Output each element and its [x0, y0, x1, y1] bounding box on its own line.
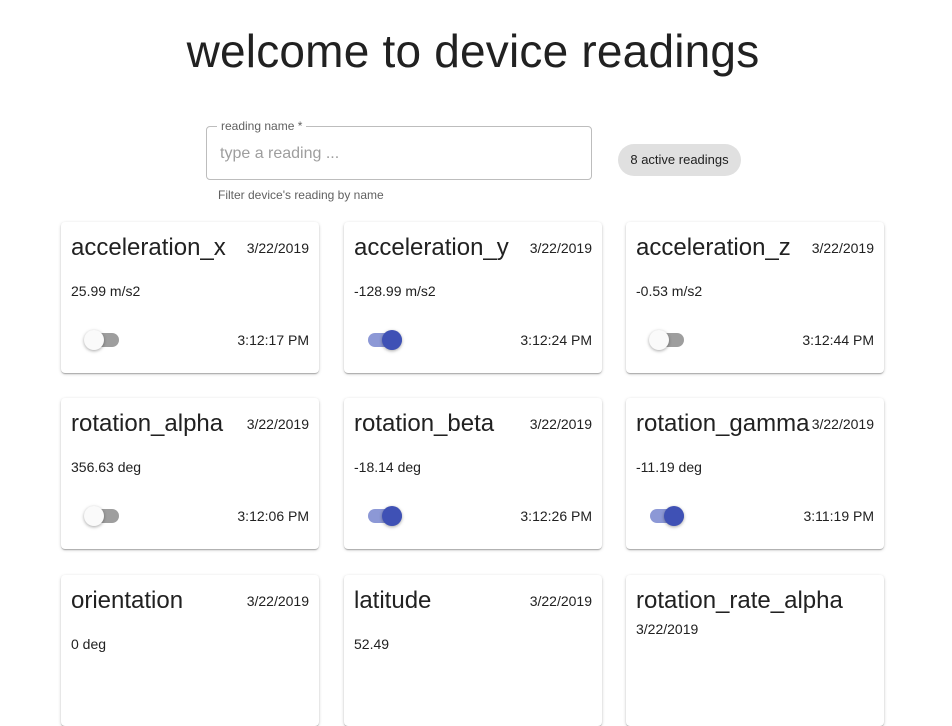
- active-toggle[interactable]: [368, 330, 402, 350]
- reading-name: acceleration_y: [354, 234, 509, 261]
- reading-time: 3:11:19 PM: [803, 508, 874, 524]
- reading-value: 25.99 m/s2: [71, 283, 141, 299]
- reading-card: acceleration_z 3/22/2019 -0.53 m/s2 3:12…: [626, 222, 884, 373]
- toggle-thumb: [382, 330, 402, 350]
- toggle-thumb: [84, 506, 104, 526]
- reading-value: -11.19 deg: [636, 459, 702, 475]
- reading-value: 0 deg: [71, 636, 107, 652]
- toggle-thumb: [664, 506, 684, 526]
- page-title: welcome to device readings: [186, 25, 760, 77]
- reading-value: -128.99 m/s2: [354, 283, 436, 299]
- active-toggle[interactable]: [84, 506, 119, 526]
- reading-value: 52.49: [354, 636, 390, 652]
- reading-card: rotation_gamma 3/22/2019 -11.19 deg 3:11…: [626, 398, 884, 549]
- reading-date: 3/22/2019: [529, 416, 592, 432]
- reading-time: 3:12:06 PM: [237, 508, 309, 524]
- reading-date: 3/22/2019: [529, 240, 592, 256]
- reading-name: latitude: [354, 587, 432, 614]
- reading-value: 356.63 deg: [71, 459, 142, 475]
- reading-date: 3/22/2019: [246, 593, 309, 609]
- filter-helper-text: Filter device's reading by name: [218, 188, 384, 202]
- toggle-thumb: [84, 330, 104, 350]
- reading-name-field[interactable]: reading name *: [206, 119, 592, 180]
- reading-name: rotation_alpha: [71, 410, 224, 437]
- reading-value: -0.53 m/s2: [636, 283, 703, 299]
- reading-date: 3/22/2019: [811, 416, 874, 432]
- reading-card: rotation_rate_alpha 3/22/2019: [626, 575, 884, 726]
- reading-name: orientation: [71, 587, 184, 614]
- reading-value: -18.14 deg: [354, 459, 421, 475]
- reading-date: 3/22/2019: [246, 416, 309, 432]
- reading-card: acceleration_x 3/22/2019 25.99 m/s2 3:12…: [61, 222, 319, 373]
- reading-card: rotation_alpha 3/22/2019 356.63 deg 3:12…: [61, 398, 319, 549]
- toggle-thumb: [382, 506, 402, 526]
- reading-time: 3:12:26 PM: [520, 508, 592, 524]
- reading-name: rotation_beta: [354, 410, 495, 437]
- reading-card: latitude 3/22/2019 52.49: [344, 575, 602, 726]
- active-readings-chip: 8 active readings: [618, 144, 741, 176]
- reading-name-input[interactable]: [220, 143, 580, 165]
- reading-name: rotation_gamma: [636, 410, 810, 437]
- active-toggle[interactable]: [649, 330, 684, 350]
- reading-name: rotation_rate_alpha: [636, 587, 843, 614]
- reading-date: 3/22/2019: [246, 240, 309, 256]
- reading-name: acceleration_z: [636, 234, 791, 261]
- active-toggle[interactable]: [368, 506, 402, 526]
- reading-name: acceleration_x: [71, 234, 226, 261]
- reading-time: 3:12:44 PM: [802, 332, 874, 348]
- reading-date: 3/22/2019: [529, 593, 592, 609]
- reading-date: 3/22/2019: [636, 621, 699, 637]
- active-toggle[interactable]: [650, 506, 684, 526]
- reading-time: 3:12:24 PM: [520, 332, 592, 348]
- reading-date: 3/22/2019: [811, 240, 874, 256]
- reading-card: rotation_beta 3/22/2019 -18.14 deg 3:12:…: [344, 398, 602, 549]
- toggle-thumb: [649, 330, 669, 350]
- active-toggle[interactable]: [84, 330, 119, 350]
- reading-card: acceleration_y 3/22/2019 -128.99 m/s2 3:…: [344, 222, 602, 373]
- reading-card: orientation 3/22/2019 0 deg: [61, 575, 319, 726]
- reading-time: 3:12:17 PM: [237, 332, 309, 348]
- reading-name-label: reading name *: [217, 119, 307, 133]
